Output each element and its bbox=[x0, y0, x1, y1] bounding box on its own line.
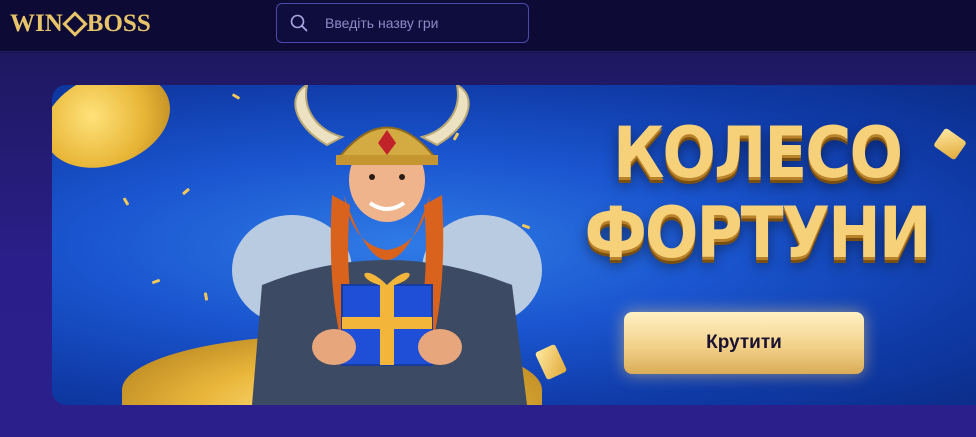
spin-button[interactable]: Крутити bbox=[624, 312, 864, 374]
confetti bbox=[151, 278, 161, 285]
top-bar: WIN BOSS bbox=[0, 0, 976, 52]
search-box[interactable] bbox=[276, 3, 529, 43]
diamond-icon bbox=[62, 11, 88, 37]
gold-coin-image bbox=[52, 85, 184, 185]
confetti bbox=[181, 187, 191, 196]
logo[interactable]: WIN BOSS bbox=[10, 8, 151, 40]
logo-text-boss: BOSS bbox=[86, 10, 151, 37]
logo-text-win: WIN bbox=[10, 10, 63, 37]
banner-title-line2: ФОРТУНИ bbox=[584, 192, 931, 274]
banner-title-line1: КОЛЕСО bbox=[612, 112, 903, 194]
viking-character-image bbox=[232, 85, 542, 405]
search-icon[interactable] bbox=[277, 3, 317, 43]
confetti bbox=[203, 292, 209, 301]
fortune-wheel-banner[interactable]: КОЛЕСО ФОРТУНИ Крутити bbox=[52, 85, 976, 405]
confetti bbox=[122, 197, 130, 206]
search-input[interactable] bbox=[325, 15, 525, 31]
banner-title: КОЛЕСО ФОРТУНИ bbox=[572, 113, 942, 273]
